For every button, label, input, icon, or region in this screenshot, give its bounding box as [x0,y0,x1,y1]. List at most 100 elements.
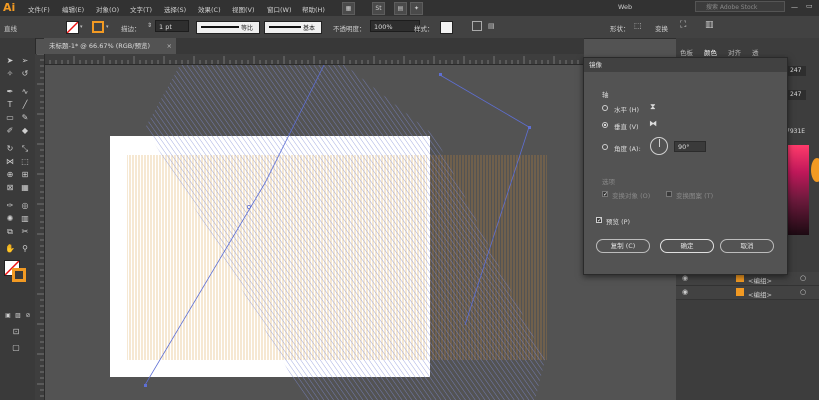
fill-dropdown-icon[interactable]: ▾ [80,24,83,30]
angle-input[interactable]: 90° [674,141,706,152]
draw-mode-icon[interactable]: ⊡ [10,326,22,337]
dialog-title[interactable]: 镜像 [584,58,787,72]
lasso-tool-icon[interactable]: ↺ [19,68,31,79]
horizontal-ruler[interactable] [44,54,584,65]
menu-file[interactable]: 文件(F) [28,4,50,14]
horizontal-label[interactable]: 水平 (H) [614,104,639,114]
perspective-grid-tool-icon[interactable]: ⊞ [19,169,31,180]
pen-tool-icon[interactable]: ✒ [4,86,16,97]
stroke-dropdown-icon[interactable]: ▾ [106,24,109,30]
color-spectrum[interactable] [787,145,809,235]
anchor-point[interactable] [439,73,442,76]
angle-radio[interactable] [602,144,608,150]
hand-tool-icon[interactable]: ✋ [4,243,16,254]
recolor-icon[interactable] [472,21,482,31]
eye-icon[interactable]: ◉ [682,274,688,282]
slice-tool-icon[interactable]: ✂ [19,226,31,237]
ruler-icon[interactable]: ▥ [705,20,714,30]
rotate-tool-icon[interactable]: ↻ [4,143,16,154]
eye-icon[interactable]: ◉ [682,288,688,296]
eraser-tool-icon[interactable]: ◆ [19,125,31,136]
anchor-point[interactable] [528,126,531,129]
fill-swatch[interactable] [66,21,79,34]
scale-tool-icon[interactable]: ⤡ [19,143,31,154]
stock-icon[interactable]: St [372,2,385,15]
copy-button[interactable]: 复制 (C) [596,239,650,253]
bridge-icon[interactable]: ▦ [342,2,355,15]
tab-transparency[interactable]: 透 [752,47,759,57]
vertical-ruler[interactable] [35,54,45,400]
menu-edit[interactable]: 编辑(E) [62,4,84,14]
menu-object[interactable]: 对象(O) [96,4,119,14]
angle-label[interactable]: 角度 (A): [614,143,641,153]
document-tab[interactable]: 未标题-1* @ 66.67% (RGB/预览) × [44,38,176,54]
fill-stroke-widget[interactable] [4,260,26,282]
cancel-button[interactable]: 取消 [720,239,774,253]
brush-definition[interactable]: 基本 [264,21,322,34]
shape-icon[interactable]: ⬚ [634,21,642,30]
symbol-sprayer-tool-icon[interactable]: ✺ [4,213,16,224]
color-value-r[interactable]: 247 [788,66,806,76]
stroke-stepper-icon[interactable]: ⇕ [147,22,152,29]
gpu-icon[interactable]: ✦ [410,2,423,15]
menu-window[interactable]: 窗口(W) [267,4,292,14]
preview-checkbox[interactable]: ✓ [596,217,602,224]
vertical-radio[interactable] [602,122,608,128]
canvas-area[interactable] [45,65,584,400]
align-icon[interactable]: ▤ [488,22,495,30]
color-hex-value[interactable]: 7931E [786,128,805,135]
shape-builder-tool-icon[interactable]: ⊕ [4,169,16,180]
ok-button[interactable]: 确定 [660,239,714,253]
graphic-style-swatch[interactable] [440,21,453,34]
workspace-switcher[interactable]: Web [618,3,632,11]
angle-dial[interactable] [650,137,668,155]
tab-color[interactable]: 颜色 [704,47,717,57]
shaper-tool-icon[interactable]: ✐ [4,125,16,136]
opacity-field[interactable]: 100% [370,20,420,32]
tab-swatches[interactable]: 色板 [680,47,693,57]
layer-row[interactable]: ◉ <编组> ○ [676,286,819,300]
artwork[interactable] [45,65,584,400]
menu-help[interactable]: 帮助(H) [302,4,325,14]
transform-patterns-label[interactable]: 变换图案 (T) [676,190,713,200]
anchor-point[interactable] [144,384,147,387]
paintbrush-tool-icon[interactable]: ✎ [19,112,31,123]
line-tool-icon[interactable]: ╱ [19,99,31,110]
width-tool-icon[interactable]: ⋈ [4,156,16,167]
menu-effect[interactable]: 效果(C) [198,4,221,14]
column-graph-tool-icon[interactable]: ▥ [19,213,31,224]
none-mode-icon[interactable]: ⊘ [22,310,34,321]
gradient-tool-icon[interactable]: ▦ [19,182,31,193]
variable-width-profile[interactable]: 等比 [196,21,260,34]
type-tool-icon[interactable]: T [4,99,16,110]
selection-tool-icon[interactable]: ➤ [4,55,16,66]
artboard-tool-icon[interactable]: ⧉ [4,226,16,237]
horizontal-radio[interactable] [602,105,608,111]
transform-objects-checkbox[interactable]: ✓ [602,191,608,198]
close-tab-icon[interactable]: × [167,38,172,54]
rectangle-tool-icon[interactable]: ▭ [4,112,16,123]
color-value-g[interactable]: 247 [788,90,806,100]
tab-align[interactable]: 对齐 [728,47,741,57]
screen-mode-icon[interactable]: ▢ [10,342,22,353]
direct-selection-tool-icon[interactable]: ➢ [19,55,31,66]
target-icon[interactable]: ○ [800,288,806,296]
minimize-icon[interactable]: — [791,3,798,11]
zoom-tool-icon[interactable]: ⚲ [19,243,31,254]
vertical-label[interactable]: 垂直 (V) [614,121,639,131]
eyedropper-tool-icon[interactable]: ✑ [4,200,16,211]
free-transform-tool-icon[interactable]: ⬚ [19,156,31,167]
menu-view[interactable]: 视图(V) [232,4,255,14]
transform-button[interactable]: 变换 [655,23,668,33]
stock-search-input[interactable]: 搜索 Adobe Stock [695,1,785,12]
magic-wand-tool-icon[interactable]: ✧ [4,68,16,79]
target-icon[interactable]: ○ [800,274,806,282]
isolate-icon[interactable]: ⛶ [680,20,686,30]
menu-type[interactable]: 文字(T) [130,4,152,14]
stroke-color-icon[interactable] [12,268,26,282]
transform-objects-label[interactable]: 变换对象 (O) [612,190,650,200]
arrange-icon[interactable]: ▤ [394,2,407,15]
curvature-tool-icon[interactable]: ∿ [19,86,31,97]
transform-patterns-checkbox[interactable] [666,191,672,197]
stroke-swatch[interactable] [92,21,104,33]
